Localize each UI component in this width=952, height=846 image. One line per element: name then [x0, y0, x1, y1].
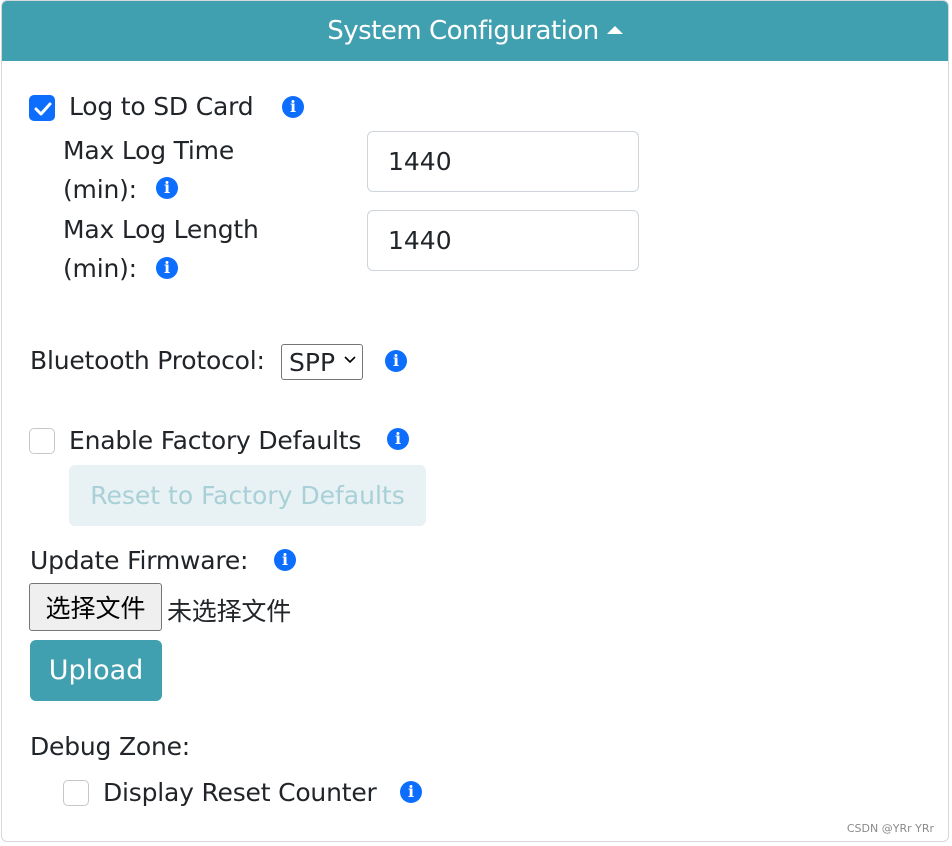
- info-icon[interactable]: i: [400, 781, 422, 803]
- debug-zone-label: Debug Zone:: [30, 732, 191, 761]
- card-title: System Configuration: [327, 16, 599, 46]
- watermark: CSDN @YRr YRr: [846, 822, 934, 835]
- info-icon[interactable]: i: [156, 257, 178, 279]
- bluetooth-protocol-select[interactable]: SPP: [281, 344, 363, 380]
- info-icon[interactable]: i: [385, 350, 407, 372]
- chevron-down-icon: [344, 356, 356, 364]
- card-header-toggle[interactable]: System Configuration: [2, 1, 948, 61]
- choose-file-button[interactable]: 选择文件: [29, 583, 162, 631]
- log-sd-label: Log to SD Card: [69, 92, 254, 121]
- display-reset-counter-checkbox[interactable]: [63, 780, 89, 806]
- reset-factory-defaults-button[interactable]: Reset to Factory Defaults: [69, 465, 426, 526]
- info-icon[interactable]: i: [156, 177, 178, 199]
- max-log-length-input[interactable]: [367, 210, 639, 271]
- max-log-time-label: Max Log Time: [63, 136, 235, 165]
- info-icon[interactable]: i: [282, 96, 304, 118]
- info-icon[interactable]: i: [274, 549, 296, 571]
- bluetooth-protocol-label: Bluetooth Protocol:: [30, 346, 265, 375]
- display-reset-counter-label: Display Reset Counter: [103, 778, 377, 807]
- max-log-length-label: Max Log Length: [63, 215, 259, 244]
- caret-up-icon: [606, 25, 623, 34]
- select-value: SPP: [289, 347, 336, 377]
- update-firmware-label: Update Firmware:: [30, 546, 249, 575]
- max-log-time-input[interactable]: [367, 131, 639, 192]
- info-icon[interactable]: i: [387, 428, 409, 450]
- factory-defaults-label: Enable Factory Defaults: [69, 426, 362, 455]
- no-file-chosen-text: 未选择文件: [167, 597, 292, 626]
- upload-button[interactable]: Upload: [30, 640, 162, 701]
- max-log-time-label-unit: (min):: [63, 175, 137, 204]
- checkmark-icon: [34, 102, 52, 116]
- factory-defaults-checkbox[interactable]: [29, 428, 55, 454]
- system-config-card: System Configuration Log to SD Card i Ma…: [1, 0, 949, 842]
- log-sd-checkbox[interactable]: [29, 95, 55, 121]
- max-log-length-label-unit: (min):: [63, 254, 137, 283]
